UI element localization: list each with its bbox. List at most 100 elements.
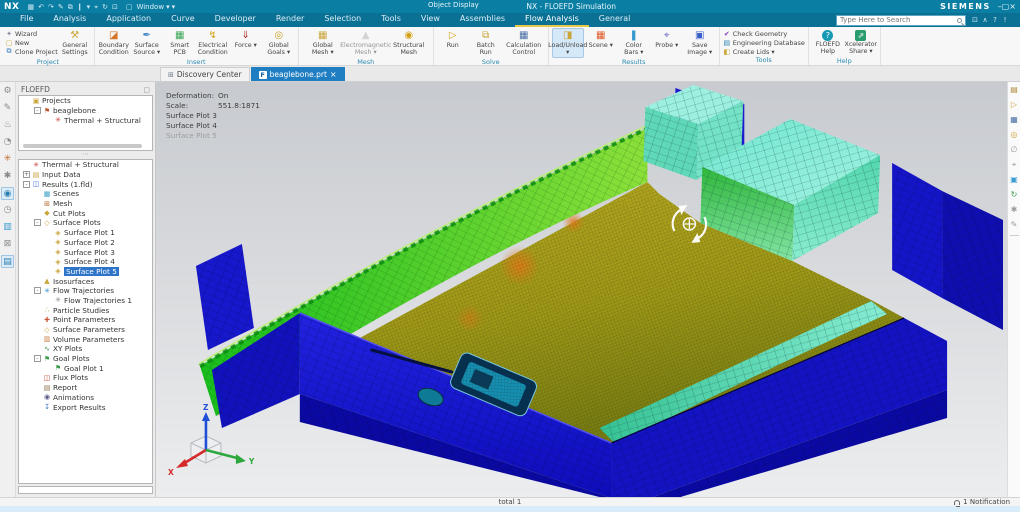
ribbon-button[interactable]: ?FLOEFD Help Topics ▾	[812, 28, 844, 57]
tree-expander[interactable]	[34, 394, 41, 401]
tree-item[interactable]: ◈ Surface Plot 4	[19, 257, 152, 267]
ribbon-small-button[interactable]: ▤ Engineering Database	[723, 38, 804, 47]
view-toolbar-icon[interactable]: ▷	[1011, 100, 1017, 110]
ribbon-button[interactable]: ◨ Load/Unload ▾	[548, 28, 587, 58]
tree-expander[interactable]	[45, 117, 52, 124]
ribbon-button[interactable]: ⇗ Xcelerator Share ▾	[845, 28, 877, 57]
tree-item[interactable]: ◉ Animations	[19, 393, 152, 403]
ribbon-button[interactable]: ❚ Color Bars ▾	[618, 28, 650, 58]
search-icon[interactable]	[957, 17, 965, 26]
resource-bar-icon[interactable]: ◉	[1, 187, 14, 200]
tree-item[interactable]: ◈ Surface Plot 3	[19, 247, 152, 257]
tree-item[interactable]: ∴ Particle Studies	[19, 305, 152, 315]
window-control-button[interactable]: ×	[1009, 2, 1016, 11]
ribbon-button[interactable]: ⚒ General Settings	[59, 28, 91, 58]
view-toolbar-icon[interactable]: ▣	[1010, 175, 1018, 185]
tree-item[interactable]: ✳ Flow Trajectories 1	[19, 296, 152, 306]
tree-expander[interactable]	[34, 278, 41, 285]
tree-item[interactable]: ▥ Volume Parameters	[19, 334, 152, 344]
ribbon-button[interactable]: ▣ Save Image ▾	[684, 28, 716, 58]
menu-item[interactable]: File	[10, 13, 43, 27]
titlebar-tool-icon[interactable]: ⊡	[970, 16, 980, 24]
panel-collapse-icon[interactable]: ▢	[143, 86, 150, 94]
tree-item[interactable]: ▲ Isosurfaces	[19, 276, 152, 286]
quick-access-icon[interactable]: ⌖	[94, 3, 98, 11]
resource-bar-icon[interactable]: ✳	[1, 153, 14, 166]
menu-item[interactable]: Flow Analysis	[515, 13, 589, 27]
tree-item[interactable]: ◫ Flux Plots	[19, 373, 152, 383]
quick-access-icon[interactable]: ✎	[58, 3, 64, 11]
tree-item[interactable]: - ◇ Surface Plots	[19, 218, 152, 228]
menu-item[interactable]: Analysis	[43, 13, 96, 27]
tree-expander[interactable]	[45, 249, 52, 256]
tree-expander[interactable]: -	[34, 219, 41, 227]
part-tab[interactable]: ⊞ Discovery Center	[160, 67, 250, 81]
quick-access-icon[interactable]: ↷	[48, 3, 54, 11]
tree-item[interactable]: - ⚑ Goal Plots	[19, 354, 152, 364]
resource-bar-icon[interactable]: ⚙	[1, 85, 14, 98]
tree-expander[interactable]	[45, 268, 52, 275]
tree-expander[interactable]	[45, 239, 52, 246]
ribbon-small-button[interactable]: ▢ New	[5, 38, 58, 47]
ribbon-small-button[interactable]: ✦ Wizard	[5, 29, 58, 38]
ribbon-button[interactable]: ◉Structural Mesh (Default) ▾	[388, 28, 430, 58]
view-toolbar-icon[interactable]: ▦	[1010, 115, 1018, 125]
horizontal-scrollbar[interactable]	[23, 144, 142, 148]
ribbon-button[interactable]: ▷ Run	[437, 28, 469, 58]
ribbon-small-button[interactable]: ⧉ Clone Project	[5, 47, 58, 56]
tree-expander[interactable]	[34, 210, 41, 217]
tree-expander[interactable]	[45, 297, 52, 304]
titlebar-tool-icon[interactable]: ?	[990, 16, 1000, 24]
menu-item[interactable]: Selection	[314, 13, 371, 27]
resource-bar-icon[interactable]: ⊠	[1, 238, 14, 251]
view-toolbar-icon[interactable]: ✎	[1011, 220, 1018, 230]
tree-expander[interactable]	[23, 97, 30, 104]
view-toolbar-icon[interactable]: ⌖	[1012, 160, 1017, 170]
resource-bar-icon[interactable]: ▥	[1, 221, 14, 234]
tree-expander[interactable]	[34, 316, 41, 323]
tree-expander[interactable]	[45, 258, 52, 265]
tree-expander[interactable]	[34, 374, 41, 381]
tree-item[interactable]: ∿ XY Plots	[19, 344, 152, 354]
search-input[interactable]	[840, 15, 957, 25]
part-tab[interactable]: F beaglebone.prt ×	[250, 67, 345, 81]
resource-bar-icon[interactable]: ✱	[1, 170, 14, 183]
tree-expander[interactable]	[34, 326, 41, 333]
tree-item[interactable]: - ✳ Flow Trajectories	[19, 286, 152, 296]
resource-bar-icon[interactable]: ✎	[1, 102, 14, 115]
tree-expander[interactable]: -	[34, 107, 41, 115]
tree-expander[interactable]	[34, 190, 41, 197]
ribbon-small-button[interactable]: ◧ Create Lids ▾	[723, 47, 805, 56]
tab-close-icon[interactable]: ×	[330, 70, 337, 79]
ribbon-button[interactable]: ▦ Scene ▾	[585, 28, 617, 58]
tree-expander[interactable]: -	[23, 180, 30, 188]
tree-item[interactable]: - ⚑ beaglebone	[19, 106, 152, 116]
tree-item[interactable]: + ▤ Input Data	[19, 170, 152, 180]
titlebar-tool-icon[interactable]: !	[1000, 16, 1010, 24]
window-menu[interactable]: ▢ Window ▾ ▾	[124, 3, 175, 11]
ribbon-button[interactable]: ↯Electrical Condition ▾	[197, 28, 229, 58]
graphics-viewport[interactable]: Z X Y Deformation: On Scale: 551.8:1871 Sur…	[156, 82, 1007, 497]
tree-expander[interactable]	[34, 200, 41, 207]
quick-access-icon[interactable]: ▾	[87, 3, 91, 11]
tree-expander[interactable]: +	[23, 171, 30, 179]
view-toolbar-icon[interactable]: ✱	[1011, 205, 1018, 215]
tree-item[interactable]: ✚ Point Parameters	[19, 315, 152, 325]
tree-item[interactable]: ✳ Thermal + Structural	[19, 115, 152, 125]
quick-access-icon[interactable]: ▦	[27, 3, 34, 11]
tree-expander[interactable]	[34, 384, 41, 391]
tree-item[interactable]: ◇ Surface Parameters	[19, 325, 152, 335]
tree-item[interactable]: - ◫ Results (1.fld)	[19, 179, 152, 189]
tree-expander[interactable]	[34, 336, 41, 343]
ribbon-button[interactable]: ◪Boundary Condition ▾	[98, 28, 130, 58]
menu-item[interactable]: Application	[96, 13, 161, 27]
menu-item[interactable]: Developer	[205, 13, 266, 27]
ribbon-button[interactable]: ⌖ Probe ▾	[651, 28, 683, 58]
titlebar-tool-icon[interactable]: ∧	[980, 16, 990, 24]
menu-item[interactable]: Assemblies	[450, 13, 515, 27]
tree-item[interactable]: ▤ Report	[19, 383, 152, 393]
quick-access-icon[interactable]: ↻	[102, 3, 108, 11]
tree-expander[interactable]	[34, 404, 41, 411]
ribbon-button[interactable]: ▦Calculation Control Options ▾	[503, 28, 545, 58]
ribbon-button[interactable]: ⇓ Force ▾	[230, 28, 262, 58]
